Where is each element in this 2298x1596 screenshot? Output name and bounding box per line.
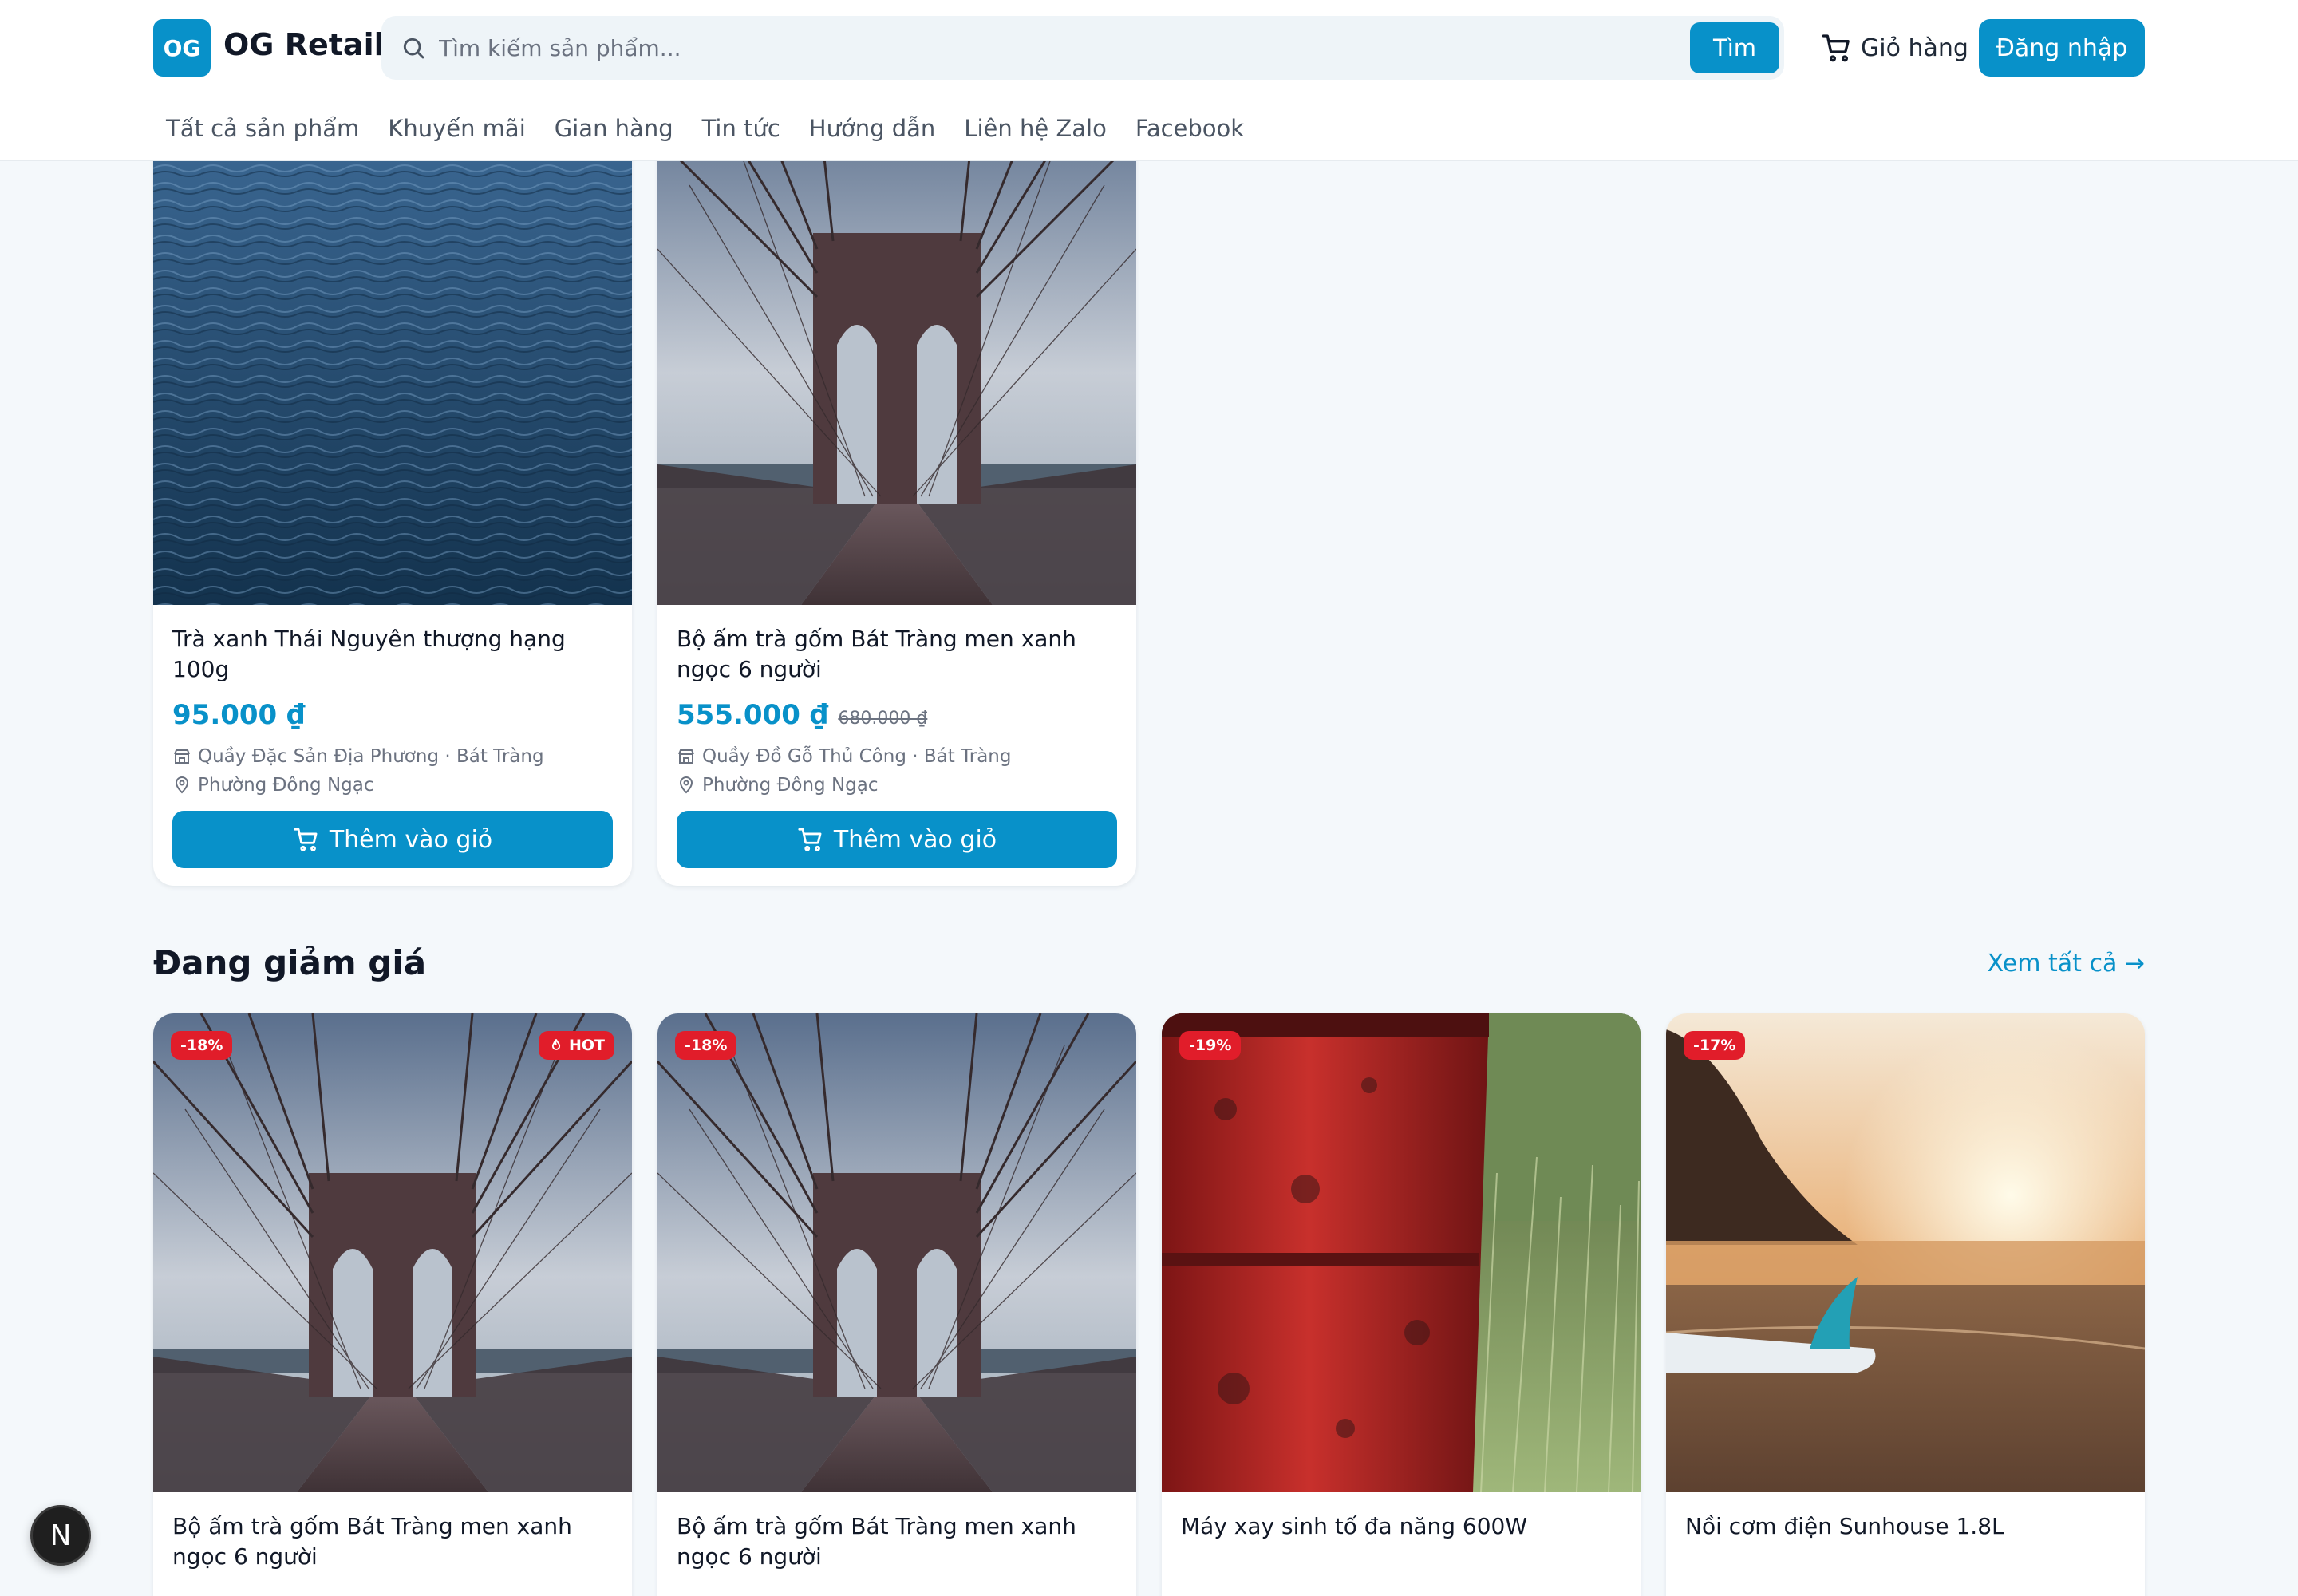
product-image[interactable] [153, 1013, 632, 1492]
product-title[interactable]: Máy xay sinh tố đa năng 600W [1181, 1511, 1621, 1572]
product-location: Phường Đông Ngạc [172, 771, 613, 800]
store-icon [678, 749, 694, 764]
see-all-link[interactable]: Xem tất cả → [1988, 950, 2145, 978]
cart-link[interactable]: Giỏ hàng [1821, 27, 1968, 69]
product-old-price: 680.000 ₫ [838, 709, 928, 729]
cart-icon [294, 828, 318, 851]
product-title[interactable]: Bộ ấm trà gốm Bát Tràng men xanh ngọc 6 … [677, 624, 1117, 685]
product-shop: Quầy Đồ Gỗ Thủ Công · Bát Tràng [677, 742, 1117, 771]
login-button[interactable]: Đăng nhập [1979, 19, 2145, 77]
sale-product-card[interactable]: -19% Máy xay sinh tố đa năng 600W [1162, 1013, 1641, 1596]
product-card[interactable]: Trà xanh Thái Nguyên thượng hạng 100g 95… [153, 89, 632, 886]
logo-badge[interactable]: OG [153, 19, 211, 77]
discount-badge: -17% [1684, 1031, 1746, 1060]
product-title[interactable]: Nồi cơm điện Sunhouse 1.8L [1685, 1511, 2126, 1572]
add-to-cart-button[interactable]: Thêm vào giỏ [677, 811, 1117, 868]
search-icon [403, 38, 424, 59]
add-to-cart-button[interactable]: Thêm vào giỏ [172, 811, 613, 868]
section-title: Đang giảm giá [153, 943, 427, 982]
brand-name[interactable]: OG Retail [223, 27, 385, 62]
hot-badge: HOT [538, 1031, 614, 1060]
map-pin-icon [175, 776, 189, 794]
product-shop: Quầy Đặc Sản Địa Phương · Bát Tràng [172, 742, 613, 771]
cart-label: Giỏ hàng [1861, 34, 1968, 62]
nav-shops[interactable]: Gian hàng [555, 115, 673, 142]
product-price: 555.000 ₫ [677, 699, 829, 731]
dev-badge-letter: N [49, 1519, 72, 1552]
nav-guide[interactable]: Hướng dẫn [809, 115, 936, 142]
main-nav: Tất cả sản phẩm Khuyến mãi Gian hàng Tin… [153, 96, 1258, 161]
product-image[interactable] [1666, 1013, 2145, 1492]
product-title[interactable]: Bộ ấm trà gốm Bát Tràng men xanh ngọc 6 … [172, 1511, 613, 1572]
cart-icon [1822, 34, 1850, 62]
discount-badge: -18% [675, 1031, 737, 1060]
nav-all-products[interactable]: Tất cả sản phẩm [166, 115, 359, 142]
site-header: OG OG Retail Tìm Giỏ hàng Đăng nhập Tất … [0, 0, 2298, 161]
product-card[interactable]: Bộ ấm trà gốm Bát Tràng men xanh ngọc 6 … [657, 89, 1136, 886]
sale-product-card[interactable]: -18% Bộ ấm trà gốm Bát Tràng men xanh ng… [657, 1013, 1136, 1596]
search-input[interactable] [439, 27, 1636, 69]
product-image[interactable] [1162, 1013, 1641, 1492]
search-bar: Tìm [381, 16, 1784, 80]
product-image[interactable] [657, 1013, 1136, 1492]
product-location: Phường Đông Ngạc [677, 771, 1117, 800]
product-title[interactable]: Bộ ấm trà gốm Bát Tràng men xanh ngọc 6 … [677, 1511, 1117, 1572]
search-button[interactable]: Tìm [1690, 22, 1779, 73]
product-price: 95.000 ₫ [172, 699, 306, 731]
sale-product-card[interactable]: -18% HOT Bộ ấm trà gốm Bát Tràng men xan… [153, 1013, 632, 1596]
cart-icon [798, 828, 822, 851]
nav-news[interactable]: Tin tức [702, 115, 780, 142]
discount-badge: -18% [171, 1031, 233, 1060]
nav-zalo[interactable]: Liên hệ Zalo [964, 115, 1107, 142]
nav-facebook[interactable]: Facebook [1135, 115, 1244, 142]
top-bar: OG OG Retail Tìm Giỏ hàng Đăng nhập [153, 16, 2145, 80]
product-image[interactable] [657, 89, 1136, 605]
dev-tools-button[interactable]: N [30, 1505, 91, 1566]
nav-promotions[interactable]: Khuyến mãi [388, 115, 525, 142]
map-pin-icon [679, 776, 693, 794]
store-icon [174, 749, 190, 764]
sale-product-card[interactable]: -17% Nồi cơm điện Sunhouse 1.8L [1666, 1013, 2145, 1596]
discount-badge: -19% [1179, 1031, 1242, 1060]
flame-icon [551, 1039, 561, 1050]
product-title[interactable]: Trà xanh Thái Nguyên thượng hạng 100g [172, 624, 613, 685]
product-image[interactable] [153, 89, 632, 605]
